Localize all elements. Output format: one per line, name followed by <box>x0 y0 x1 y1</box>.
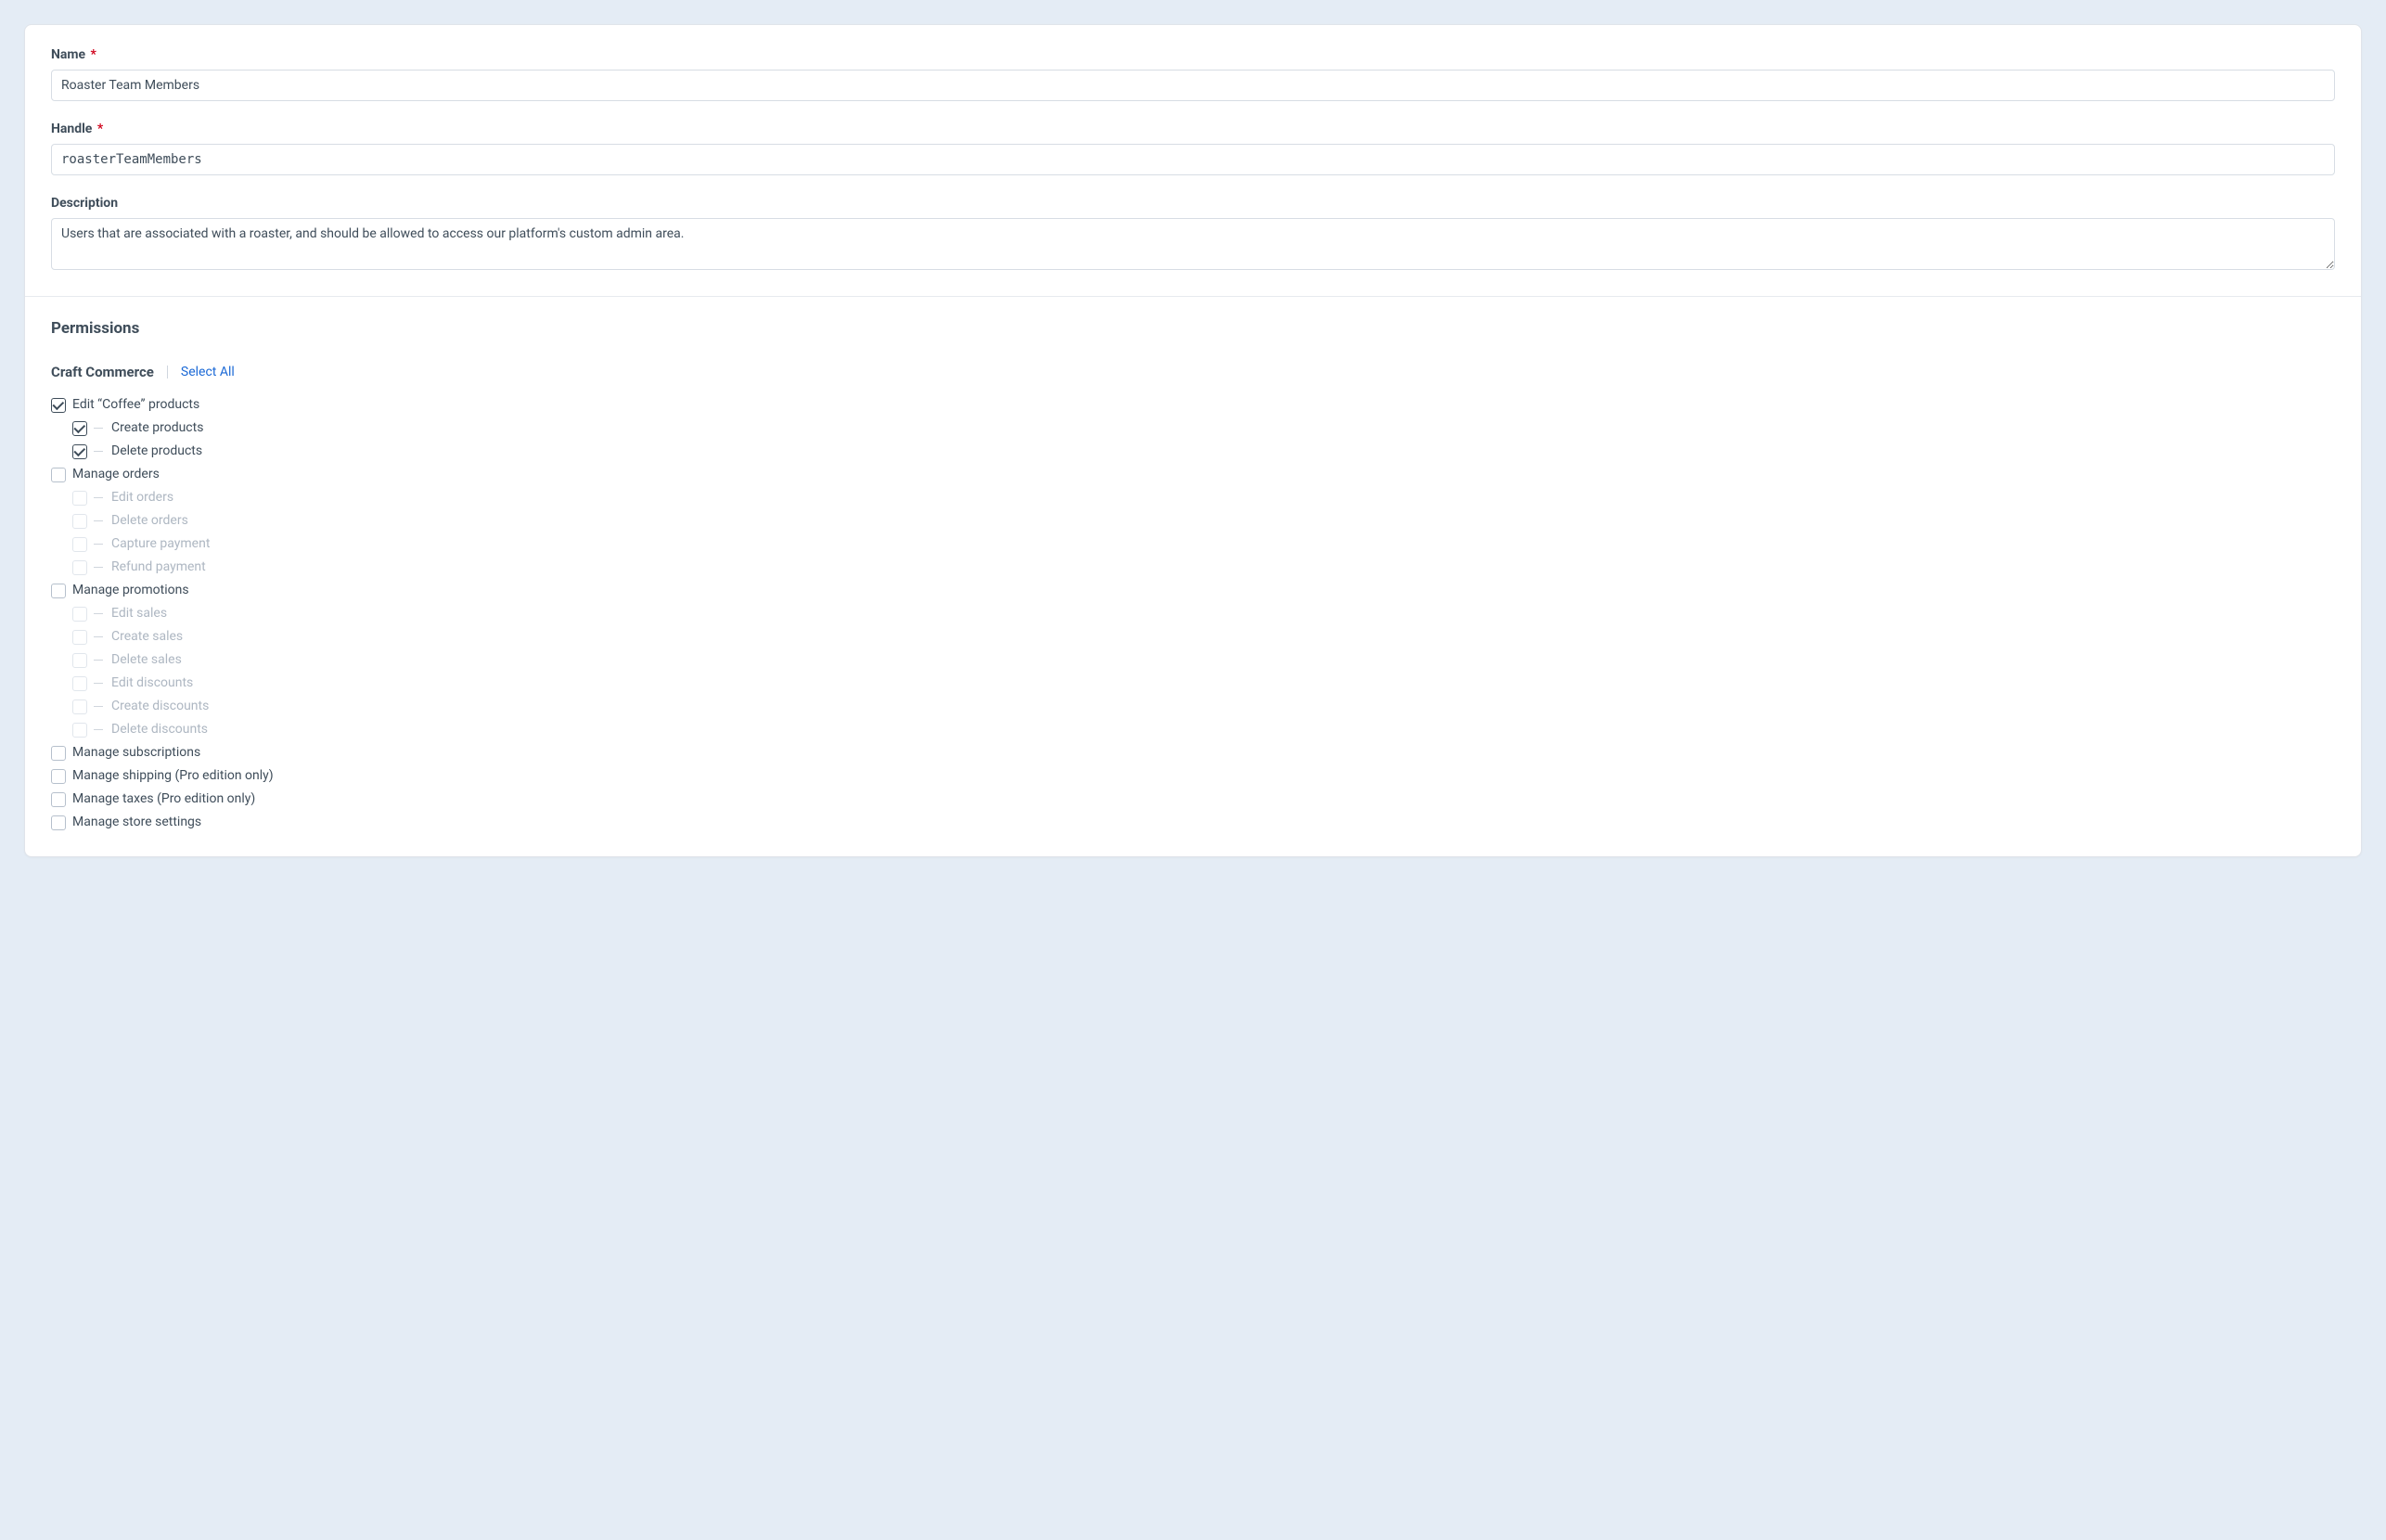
permission-label: Create sales <box>111 627 183 647</box>
permission-label: Edit discounts <box>111 674 193 693</box>
form-card: Name * Handle * Description Users that a… <box>24 24 2362 857</box>
permission-create-sales: Create sales <box>51 625 2335 648</box>
description-field: Description Users that are associated wi… <box>51 196 2335 274</box>
permission-manage-subscriptions: Manage subscriptions <box>51 741 2335 764</box>
permissions-section: Permissions Craft Commerce Select All Ed… <box>25 297 2361 856</box>
tree-connector <box>94 497 103 498</box>
tree-connector <box>94 428 103 429</box>
checkbox-manage-subscriptions[interactable] <box>51 746 66 761</box>
permission-refund-payment: Refund payment <box>51 556 2335 579</box>
permission-create-discounts: Create discounts <box>51 695 2335 718</box>
permission-label: Create discounts <box>111 697 209 716</box>
permission-delete-sales: Delete sales <box>51 648 2335 672</box>
permission-create-products: Create products <box>51 417 2335 440</box>
permission-label: Manage orders <box>72 465 160 484</box>
tree-connector <box>94 636 103 637</box>
checkbox-manage-store-settings[interactable] <box>51 815 66 830</box>
permission-label: Delete sales <box>111 650 182 670</box>
checkbox-delete-products[interactable] <box>72 444 87 459</box>
permission-manage-store-settings: Manage store settings <box>51 811 2335 834</box>
permission-label: Manage taxes (Pro edition only) <box>72 789 255 809</box>
checkbox-create-sales <box>72 630 87 645</box>
checkbox-refund-payment <box>72 560 87 575</box>
tree-connector <box>94 520 103 521</box>
checkbox-manage-shipping[interactable] <box>51 769 66 784</box>
name-input[interactable] <box>51 70 2335 101</box>
permission-group-name: Craft Commerce <box>51 364 154 380</box>
permission-label: Edit sales <box>111 604 167 623</box>
handle-label: Handle * <box>51 122 2335 136</box>
tree-connector <box>94 660 103 661</box>
permission-label: Manage shipping (Pro edition only) <box>72 766 274 786</box>
permission-edit-orders: Edit orders <box>51 486 2335 509</box>
handle-label-text: Handle <box>51 122 92 136</box>
permission-manage-promotions: Manage promotions <box>51 579 2335 602</box>
permission-edit-coffee: Edit “Coffee” products <box>51 393 2335 417</box>
permission-label: Refund payment <box>111 558 206 577</box>
checkbox-manage-promotions[interactable] <box>51 584 66 598</box>
required-indicator: * <box>97 122 103 136</box>
description-input[interactable]: Users that are associated with a roaster… <box>51 218 2335 270</box>
permission-manage-orders: Manage orders <box>51 463 2335 486</box>
tree-connector <box>94 706 103 707</box>
checkbox-create-products[interactable] <box>72 421 87 436</box>
checkbox-delete-orders <box>72 514 87 529</box>
tree-connector <box>94 544 103 545</box>
permission-delete-products: Delete products <box>51 440 2335 463</box>
permission-edit-discounts: Edit discounts <box>51 672 2335 695</box>
checkbox-edit-coffee[interactable] <box>51 398 66 413</box>
checkbox-create-discounts <box>72 699 87 714</box>
permission-label: Edit orders <box>111 488 173 507</box>
checkbox-edit-orders <box>72 491 87 506</box>
name-label-text: Name <box>51 47 85 62</box>
permission-label: Manage promotions <box>72 581 189 600</box>
permission-tree: Edit “Coffee” products Create products D… <box>51 393 2335 834</box>
handle-input[interactable] <box>51 144 2335 175</box>
permission-label: Edit “Coffee” products <box>72 395 199 415</box>
required-indicator: * <box>91 47 96 62</box>
permission-manage-shipping: Manage shipping (Pro edition only) <box>51 764 2335 788</box>
permission-label: Delete discounts <box>111 720 208 739</box>
fields-section: Name * Handle * Description Users that a… <box>25 25 2361 296</box>
checkbox-edit-discounts <box>72 676 87 691</box>
name-label: Name * <box>51 47 2335 62</box>
permission-label: Capture payment <box>111 534 210 554</box>
permission-capture-payment: Capture payment <box>51 533 2335 556</box>
permission-delete-discounts: Delete discounts <box>51 718 2335 741</box>
select-all-link[interactable]: Select All <box>181 365 235 379</box>
permission-label: Create products <box>111 418 203 438</box>
permission-edit-sales: Edit sales <box>51 602 2335 625</box>
name-field: Name * <box>51 47 2335 101</box>
permission-manage-taxes: Manage taxes (Pro edition only) <box>51 788 2335 811</box>
checkbox-manage-orders[interactable] <box>51 468 66 482</box>
checkbox-capture-payment <box>72 537 87 552</box>
divider-vertical <box>167 366 168 379</box>
description-label: Description <box>51 196 2335 211</box>
checkbox-delete-sales <box>72 653 87 668</box>
tree-connector <box>94 451 103 452</box>
tree-connector <box>94 729 103 730</box>
permission-label: Delete orders <box>111 511 188 531</box>
tree-connector <box>94 567 103 568</box>
checkbox-delete-discounts <box>72 723 87 738</box>
checkbox-manage-taxes[interactable] <box>51 792 66 807</box>
tree-connector <box>94 683 103 684</box>
tree-connector <box>94 613 103 614</box>
checkbox-edit-sales <box>72 607 87 622</box>
permission-group-header: Craft Commerce Select All <box>51 364 2335 380</box>
permission-delete-orders: Delete orders <box>51 509 2335 533</box>
permission-label: Delete products <box>111 442 202 461</box>
permission-label: Manage subscriptions <box>72 743 200 763</box>
handle-field: Handle * <box>51 122 2335 175</box>
permission-label: Manage store settings <box>72 813 201 832</box>
permissions-heading: Permissions <box>51 319 2335 338</box>
